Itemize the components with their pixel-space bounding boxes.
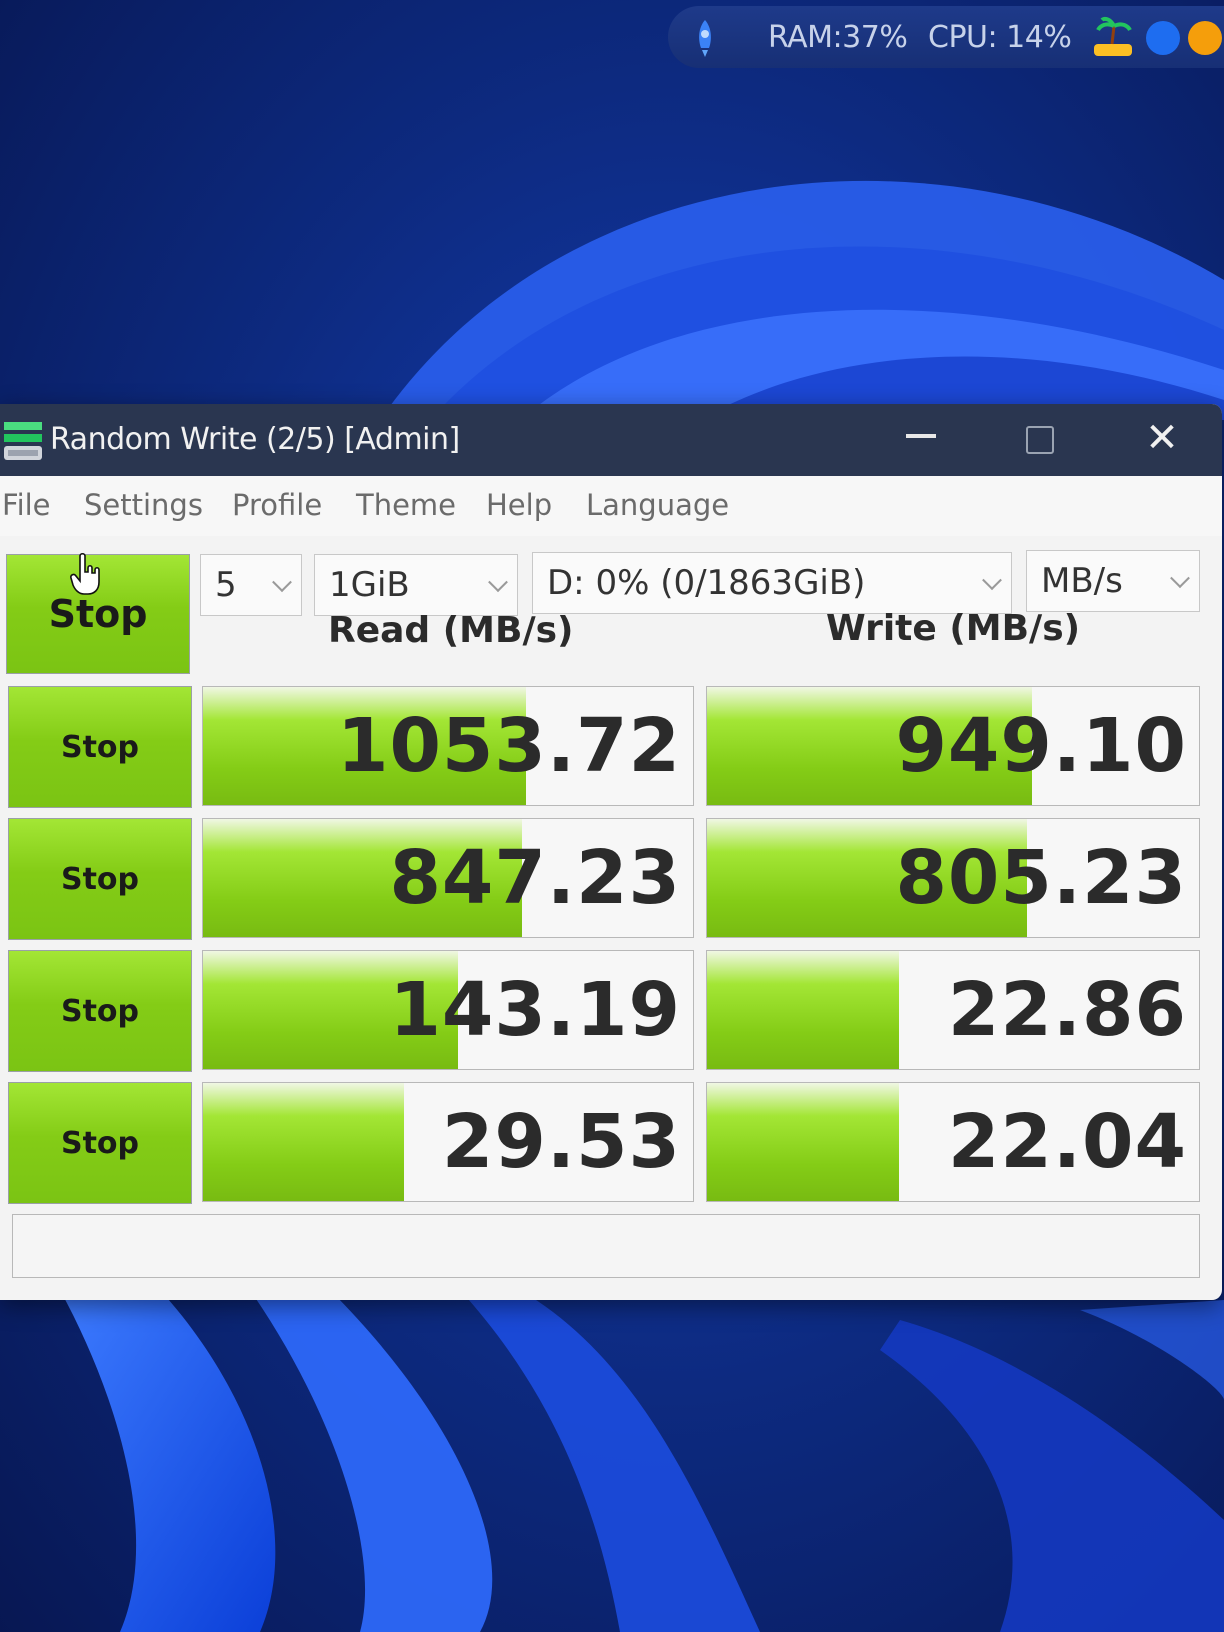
drive-select[interactable]: D: 0% (0/1863GiB) bbox=[532, 552, 1012, 614]
row-stop-label: Stop bbox=[60, 861, 140, 897]
cpu-usage: CPU: 14% bbox=[928, 20, 1072, 55]
write-progress-bar bbox=[707, 951, 899, 1069]
write-header: Write (MB/s) bbox=[826, 608, 1081, 649]
write-value: 949.10 bbox=[895, 703, 1187, 789]
chevron-down-icon bbox=[1170, 568, 1190, 589]
window-title: Random Write (2/5) [Admin] bbox=[50, 422, 460, 457]
write-progress-bar bbox=[707, 1083, 899, 1201]
bell-icon[interactable] bbox=[1188, 21, 1222, 55]
menu-file[interactable]: File bbox=[2, 488, 51, 522]
read-value: 29.53 bbox=[441, 1099, 681, 1185]
drive-value: D: 0% (0/1863GiB) bbox=[547, 563, 866, 603]
arrow-icon[interactable] bbox=[1146, 21, 1180, 55]
benchmark-window: Random Write (2/5) [Admin] ✕ File Settin… bbox=[0, 404, 1222, 1300]
row-stop-label: Stop bbox=[60, 729, 140, 765]
title-bar[interactable]: Random Write (2/5) [Admin] ✕ bbox=[0, 404, 1222, 476]
row-stop-button[interactable]: Stop bbox=[8, 818, 192, 940]
read-header: Read (MB/s) bbox=[328, 610, 574, 651]
read-result-cell: 847.23 bbox=[202, 818, 694, 938]
close-icon[interactable]: ✕ bbox=[1142, 418, 1182, 458]
write-result-cell: 949.10 bbox=[706, 686, 1200, 806]
row-stop-button[interactable]: Stop bbox=[8, 950, 192, 1072]
write-value: 805.23 bbox=[895, 835, 1187, 921]
island-icon[interactable] bbox=[1090, 14, 1136, 60]
unit-select[interactable]: MB/s bbox=[1026, 550, 1200, 612]
write-value: 22.86 bbox=[947, 967, 1187, 1053]
write-result-cell: 805.23 bbox=[706, 818, 1200, 938]
ram-usage: RAM:37% bbox=[768, 20, 908, 55]
size-select[interactable]: 1GiB bbox=[314, 554, 518, 616]
read-value: 143.19 bbox=[389, 967, 681, 1053]
menu-help[interactable]: Help bbox=[486, 488, 552, 522]
size-value: 1GiB bbox=[329, 565, 410, 605]
write-value: 22.04 bbox=[947, 1099, 1187, 1185]
menu-settings[interactable]: Settings bbox=[84, 488, 203, 522]
read-progress-bar bbox=[203, 1083, 404, 1201]
row-stop-label: Stop bbox=[60, 1125, 140, 1161]
system-tray: RAM:37% CPU: 14% bbox=[668, 6, 1224, 68]
menu-profile[interactable]: Profile bbox=[232, 488, 322, 522]
row-stop-button[interactable]: Stop bbox=[8, 1082, 192, 1204]
count-select[interactable]: 5 bbox=[200, 554, 302, 616]
rocket-icon[interactable] bbox=[690, 18, 720, 58]
read-result-cell: 1053.72 bbox=[202, 686, 694, 806]
read-value: 1053.72 bbox=[336, 703, 681, 789]
row-stop-label: Stop bbox=[60, 993, 140, 1029]
menu-language[interactable]: Language bbox=[586, 488, 729, 522]
write-result-cell: 22.86 bbox=[706, 950, 1200, 1070]
hand-cursor-icon bbox=[70, 552, 100, 595]
write-result-cell: 22.04 bbox=[706, 1082, 1200, 1202]
chevron-down-icon bbox=[488, 572, 508, 593]
read-result-cell: 29.53 bbox=[202, 1082, 694, 1202]
chevron-down-icon bbox=[272, 572, 292, 593]
chevron-down-icon bbox=[982, 570, 1002, 591]
all-stop-label: Stop bbox=[48, 592, 148, 636]
menu-theme[interactable]: Theme bbox=[356, 488, 456, 522]
status-bar bbox=[12, 1214, 1200, 1278]
app-icon bbox=[4, 422, 42, 460]
maximize-icon[interactable] bbox=[1026, 426, 1054, 454]
count-value: 5 bbox=[215, 565, 237, 605]
row-stop-button[interactable]: Stop bbox=[8, 686, 192, 808]
read-result-cell: 143.19 bbox=[202, 950, 694, 1070]
unit-value: MB/s bbox=[1041, 561, 1123, 601]
menu-bar: File Settings Profile Theme Help Languag… bbox=[0, 476, 1222, 536]
minimize-icon[interactable] bbox=[906, 434, 936, 438]
read-value: 847.23 bbox=[389, 835, 681, 921]
